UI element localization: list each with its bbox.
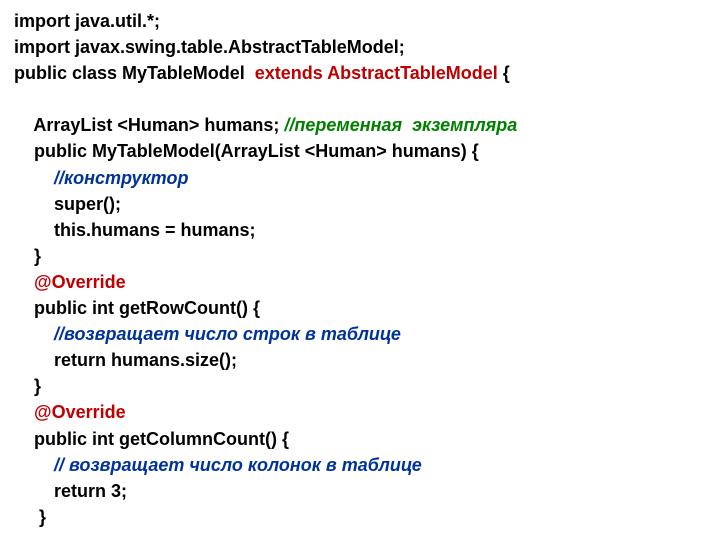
code-segment: return humans.size();: [54, 350, 237, 370]
code-segment: extends AbstractTableModel: [255, 63, 498, 83]
code-line: return humans.size();: [14, 347, 706, 373]
code-segment: return 3;: [54, 481, 127, 501]
code-segment: }: [34, 246, 41, 266]
code-line: this.humans = humans;: [14, 217, 706, 243]
code-line: return 3;: [14, 478, 706, 504]
code-segment: public MyTableModel(ArrayList <Human> hu…: [34, 141, 479, 161]
code-line: public int getRowCount() {: [14, 295, 706, 321]
code-segment: public int getRowCount() {: [34, 298, 260, 318]
code-segment: //возвращает число строк в таблице: [54, 324, 401, 344]
code-segment: }: [34, 376, 41, 396]
code-line: //конструктор: [14, 165, 706, 191]
code-line: public MyTableModel(ArrayList <Human> hu…: [14, 138, 706, 164]
code-segment: }: [34, 507, 46, 527]
code-segment: {: [498, 63, 510, 83]
code-block: import java.util.*; import javax.swing.ta…: [14, 8, 706, 530]
code-segment: //конструктор: [54, 168, 188, 188]
code-line: public int getColumnCount() {: [14, 426, 706, 452]
code-line: }: [14, 243, 706, 269]
code-line: import java.util.*;: [14, 8, 706, 34]
code-segment: import java.util.*;: [14, 11, 160, 31]
code-line: [14, 86, 706, 112]
code-line: }: [14, 373, 706, 399]
code-segment: super();: [54, 194, 121, 214]
code-segment: this.humans = humans;: [54, 220, 256, 240]
code-segment: public class MyTableModel: [14, 63, 255, 83]
code-segment: //переменная экземпляра: [284, 115, 517, 135]
code-segment: public int getColumnCount() {: [34, 429, 289, 449]
code-line: ArrayList <Human> humans; //переменная э…: [14, 112, 706, 138]
code-line: import javax.swing.table.AbstractTableMo…: [14, 34, 706, 60]
code-line: }: [14, 504, 706, 530]
code-line: super();: [14, 191, 706, 217]
code-segment: @Override: [34, 402, 126, 422]
code-line: @Override: [14, 269, 706, 295]
code-segment: import javax.swing.table.AbstractTableMo…: [14, 37, 405, 57]
code-segment: // возвращает число колонок в таблице: [54, 455, 422, 475]
code-line: // возвращает число колонок в таблице: [14, 452, 706, 478]
code-segment: ArrayList <Human> humans;: [33, 115, 284, 135]
code-line: public class MyTableModel extends Abstra…: [14, 60, 706, 86]
code-line: @Override: [14, 399, 706, 425]
code-line: //возвращает число строк в таблице: [14, 321, 706, 347]
code-segment: @Override: [34, 272, 126, 292]
code-segment: [14, 89, 19, 109]
